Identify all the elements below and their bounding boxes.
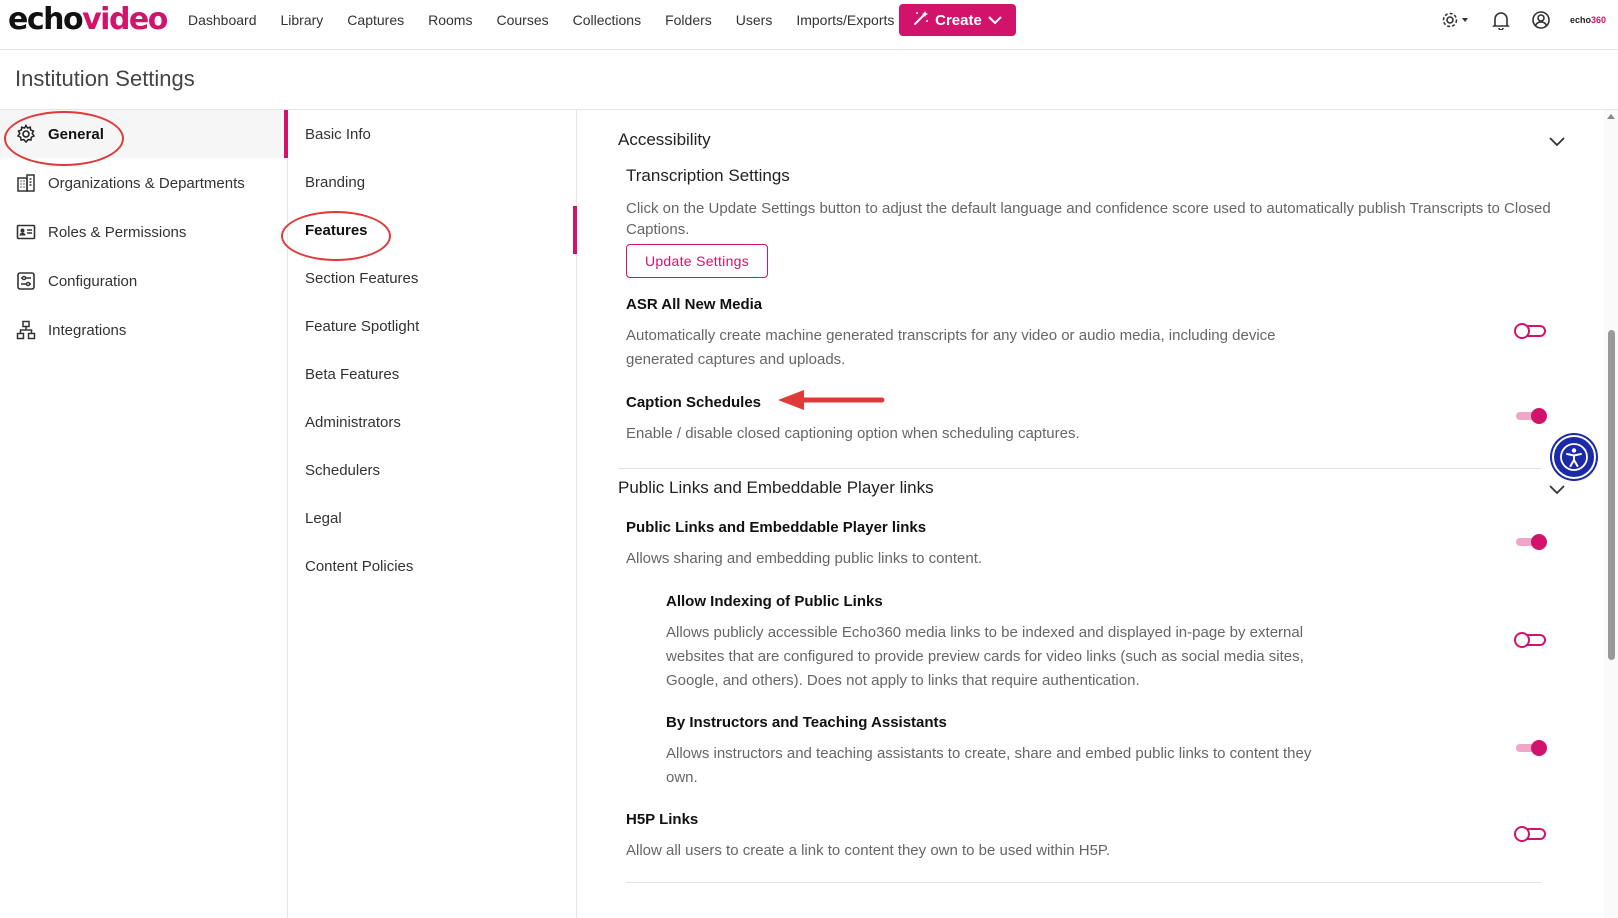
indexing-title: Allow Indexing of Public Links [666, 593, 883, 610]
bell-icon[interactable] [1490, 9, 1512, 31]
transcription-settings-title: Transcription Settings [626, 166, 790, 185]
menu-roles-permissions[interactable]: Roles & Permissions [0, 208, 288, 256]
menu-integrations-label: Integrations [48, 321, 127, 339]
id-card-icon [16, 222, 36, 242]
nav-collections[interactable]: Collections [573, 12, 641, 28]
main-nav: Dashboard Library Captures Rooms Courses… [188, 0, 918, 40]
user-account-icon[interactable] [1530, 9, 1552, 31]
scroll-up-arrow-icon[interactable] [1607, 114, 1615, 119]
asr-title: ASR All New Media [626, 296, 763, 313]
nav-dashboard[interactable]: Dashboard [188, 12, 257, 28]
annotation-arrow-icon [778, 390, 885, 410]
menu-configuration[interactable]: Configuration [0, 257, 288, 305]
public-links-desc: Allows sharing and embedding public link… [626, 550, 983, 567]
nav-library[interactable]: Library [281, 12, 324, 28]
instructors-toggle[interactable] [1514, 739, 1548, 757]
submenu-content-policies[interactable]: Content Policies [288, 542, 577, 590]
accessibility-widget-button[interactable] [1552, 435, 1596, 479]
create-button[interactable]: Create [899, 4, 1016, 36]
caption-schedules-title: Caption Schedules [626, 394, 762, 411]
settings-menu-icon[interactable] [1440, 9, 1472, 31]
public-links-section-title: Public Links and Embeddable Player links [618, 478, 934, 497]
settings-category-menu: General Organizations & Departments Role… [0, 110, 288, 918]
accessibility-person-icon [1560, 443, 1588, 471]
menu-organizations-label: Organizations & Departments [48, 174, 245, 192]
collapse-chevron-icon[interactable] [1548, 480, 1566, 498]
nav-folders[interactable]: Folders [665, 12, 712, 28]
config-icon [16, 271, 36, 291]
logo-text-video: video [82, 2, 168, 37]
h5p-toggle[interactable] [1514, 825, 1548, 843]
vertical-scrollbar[interactable] [1604, 110, 1618, 918]
collapse-chevron-icon[interactable] [1548, 132, 1566, 150]
submenu-legal[interactable]: Legal [288, 494, 577, 542]
transcription-settings-desc: Click on the Update Settings button to a… [626, 200, 1551, 238]
submenu-schedulers[interactable]: Schedulers [288, 446, 577, 494]
create-label: Create [935, 11, 982, 29]
magic-wand-icon [913, 10, 929, 30]
submenu-beta-features[interactable]: Beta Features [288, 350, 577, 398]
page-header: Institution Settings [0, 50, 1618, 110]
building-icon [16, 173, 36, 193]
instructors-title: By Instructors and Teaching Assistants [666, 714, 947, 731]
submenu-features[interactable]: Features [288, 206, 577, 254]
gear-icon [16, 124, 36, 144]
public-links-toggle[interactable] [1514, 533, 1548, 551]
menu-organizations[interactable]: Organizations & Departments [0, 159, 288, 207]
h5p-title: H5P Links [626, 811, 699, 828]
caption-schedules-toggle[interactable] [1514, 407, 1548, 425]
submenu-branding[interactable]: Branding [288, 158, 577, 206]
echovideo-logo[interactable]: echovideo [8, 2, 168, 37]
nav-rooms[interactable]: Rooms [428, 12, 472, 28]
submenu-feature-spotlight[interactable]: Feature Spotlight [288, 302, 577, 350]
nav-courses[interactable]: Courses [496, 12, 548, 28]
accessibility-section-title: Accessibility [618, 130, 711, 149]
menu-roles-label: Roles & Permissions [48, 223, 187, 241]
instructors-desc: Allows instructors and teaching assistan… [666, 745, 1312, 786]
indexing-toggle[interactable] [1514, 631, 1548, 649]
indexing-desc: Allows publicly accessible Echo360 media… [666, 624, 1304, 689]
page-title: Institution Settings [15, 66, 195, 91]
menu-general[interactable]: General [0, 110, 288, 158]
submenu-section-features[interactable]: Section Features [288, 254, 577, 302]
update-settings-button[interactable]: Update Settings [626, 244, 768, 278]
public-links-title: Public Links and Embeddable Player links [626, 519, 927, 536]
asr-desc: Automatically create machine generated t… [626, 327, 1276, 368]
top-right-icons: echo360 [1440, 9, 1606, 31]
scrollbar-thumb[interactable] [1608, 330, 1615, 660]
logo-text-echo: echo [8, 2, 84, 37]
mini-logo-echo: echo [1569, 15, 1591, 25]
nav-imports-exports[interactable]: Imports/Exports [796, 12, 894, 28]
asr-toggle[interactable] [1514, 322, 1548, 340]
menu-configuration-label: Configuration [48, 272, 138, 290]
network-icon [16, 320, 36, 340]
general-submenu: Basic Info Branding Features Section Fea… [288, 110, 577, 918]
menu-general-label: General [48, 125, 104, 143]
top-navbar: echovideo Dashboard Library Captures Roo… [0, 0, 1618, 50]
features-settings-panel: Accessibility Transcription Settings Cli… [578, 110, 1604, 918]
section-divider [626, 882, 1541, 883]
submenu-administrators[interactable]: Administrators [288, 398, 577, 446]
echo360-logo: echo360 [1570, 15, 1606, 25]
menu-integrations[interactable]: Integrations [0, 306, 288, 354]
mini-logo-360: 360 [1590, 15, 1606, 25]
submenu-basic-info[interactable]: Basic Info [288, 110, 577, 158]
nav-captures[interactable]: Captures [347, 12, 404, 28]
section-divider [618, 468, 1541, 469]
h5p-desc: Allow all users to create a link to cont… [626, 842, 1111, 859]
chevron-down-icon [988, 12, 1002, 29]
caption-schedules-desc: Enable / disable closed captioning optio… [626, 425, 1080, 442]
nav-users[interactable]: Users [736, 12, 773, 28]
